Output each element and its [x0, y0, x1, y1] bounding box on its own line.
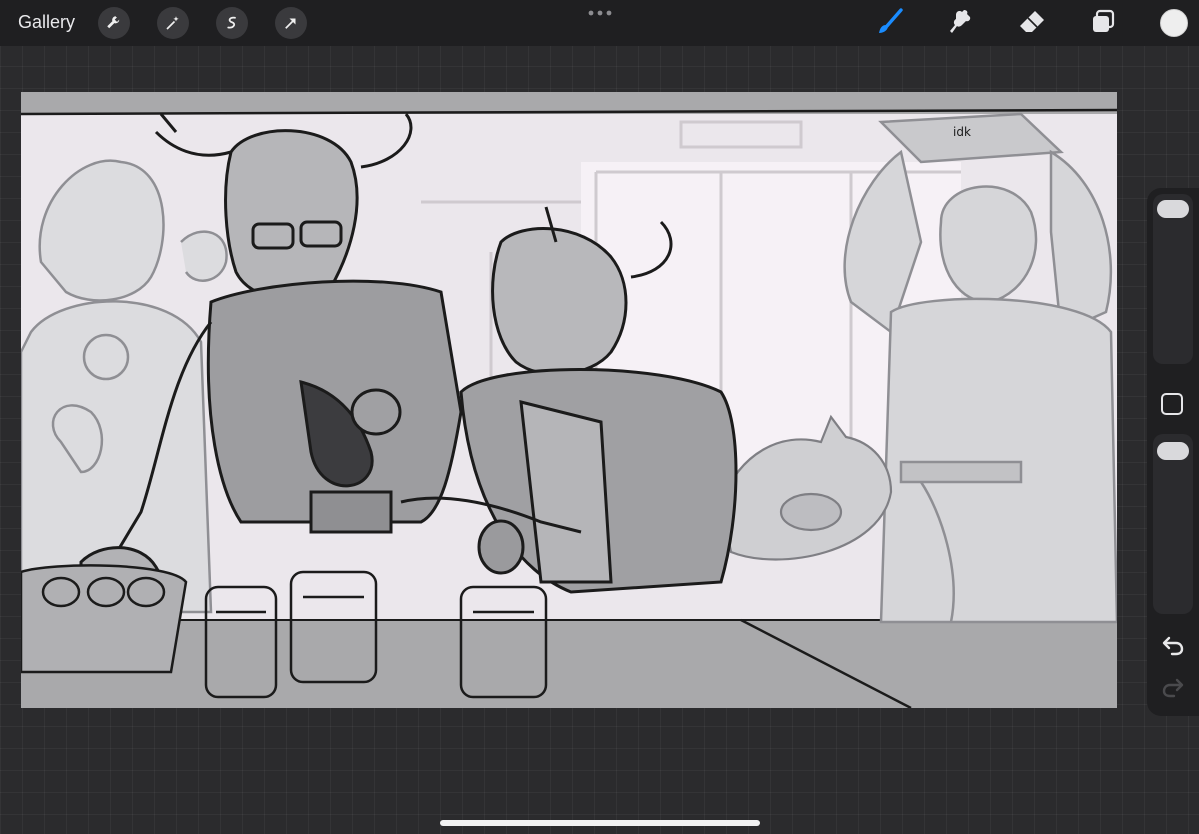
- color-picker-button[interactable]: [1160, 9, 1188, 37]
- brush-icon: [879, 8, 903, 33]
- layers-button[interactable]: [1087, 6, 1119, 38]
- home-indicator[interactable]: [440, 820, 760, 826]
- eraser-icon: [1020, 11, 1044, 32]
- actions-button[interactable]: [98, 7, 130, 39]
- brush-tool-button[interactable]: [874, 6, 906, 38]
- transform-button[interactable]: [275, 7, 307, 39]
- transform-arrow-icon: [285, 18, 296, 29]
- modify-button[interactable]: [1161, 393, 1183, 415]
- selection-button[interactable]: [216, 7, 248, 39]
- wrench-icon: [107, 16, 120, 29]
- more-options-icon[interactable]: [588, 10, 612, 16]
- smudge-tool-button[interactable]: [945, 6, 977, 38]
- counter: [21, 620, 1117, 708]
- magic-wand-icon: [166, 16, 179, 30]
- redo-icon[interactable]: [1161, 676, 1185, 698]
- selection-icon: [227, 16, 236, 29]
- eraser-tool-button[interactable]: [1016, 6, 1048, 38]
- brush-size-thumb[interactable]: [1157, 200, 1189, 218]
- egg-tray: [21, 564, 188, 674]
- gallery-button[interactable]: Gallery: [18, 12, 75, 33]
- opacity-slider[interactable]: [1153, 434, 1193, 614]
- undo-icon[interactable]: [1161, 634, 1185, 656]
- sketch-note: idk: [953, 125, 971, 139]
- layers-icon: [1093, 9, 1115, 32]
- side-toolbar: [1147, 188, 1199, 716]
- top-toolbar: Gallery: [0, 0, 1199, 46]
- sketch-artwork: idk: [21, 108, 1117, 708]
- smudge-icon: [950, 10, 971, 33]
- opacity-thumb[interactable]: [1157, 442, 1189, 460]
- drawing-canvas[interactable]: idk: [21, 92, 1117, 708]
- adjustments-button[interactable]: [157, 7, 189, 39]
- brush-size-slider[interactable]: [1153, 194, 1193, 364]
